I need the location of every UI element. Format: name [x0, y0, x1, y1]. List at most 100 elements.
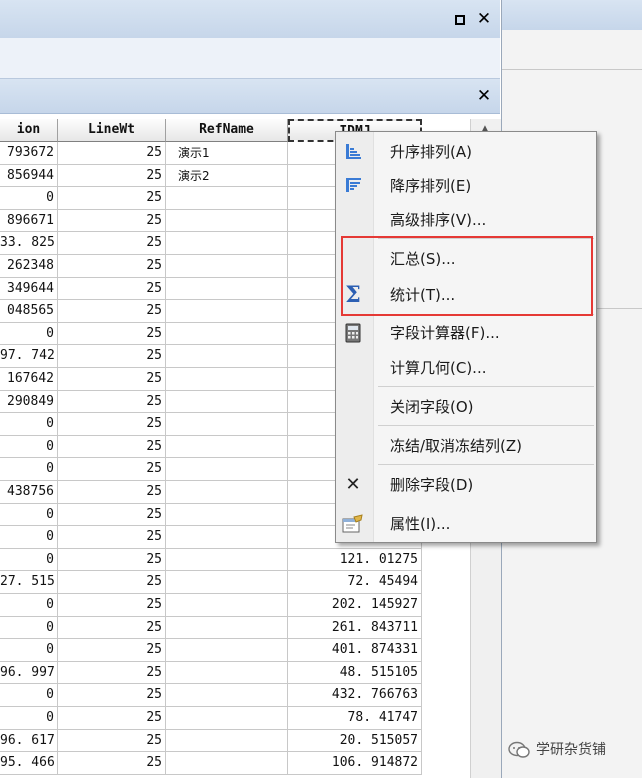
table-cell[interactable]: 261. 843711: [288, 616, 422, 640]
table-cell[interactable]: [166, 729, 288, 753]
table-cell[interactable]: [166, 232, 288, 255]
table-cell[interactable]: 290849: [0, 390, 58, 414]
table-cell[interactable]: [166, 661, 288, 685]
menu-item-sort-ascending[interactable]: 升序排列(A): [336, 136, 596, 168]
table-cell[interactable]: 25: [58, 548, 166, 572]
table-cell[interactable]: 96. 617: [0, 729, 58, 753]
table-row[interactable]: 0 25 432. 766763: [0, 684, 422, 707]
table-cell[interactable]: 0: [0, 322, 58, 346]
menu-item-turn-field-off[interactable]: 关闭字段(O): [336, 391, 596, 423]
table-cell[interactable]: 0: [0, 413, 58, 436]
table-cell[interactable]: [166, 548, 288, 572]
menu-item-field-calculator[interactable]: 字段计算器(F)...: [336, 317, 596, 349]
table-cell[interactable]: 0: [0, 684, 58, 707]
table-cell[interactable]: [166, 684, 288, 707]
table-cell[interactable]: 72. 45494: [288, 571, 422, 594]
close-button[interactable]: ✕: [475, 9, 493, 29]
table-cell[interactable]: [166, 187, 288, 210]
table-cell[interactable]: 97. 742: [0, 345, 58, 368]
table-cell[interactable]: 25: [58, 571, 166, 594]
table-cell[interactable]: 25: [58, 616, 166, 640]
table-cell[interactable]: [166, 616, 288, 640]
table-cell[interactable]: 0: [0, 458, 58, 481]
table-cell[interactable]: 25: [58, 187, 166, 210]
table-cell[interactable]: 25: [58, 526, 166, 549]
table-cell[interactable]: 0: [0, 639, 58, 662]
column-header[interactable]: ion: [0, 119, 58, 142]
table-cell[interactable]: [166, 435, 288, 459]
menu-item-properties[interactable]: 属性(I)...: [336, 508, 596, 540]
table-cell[interactable]: [166, 571, 288, 594]
table-cell[interactable]: 25: [58, 255, 166, 278]
table-cell[interactable]: 167642: [0, 368, 58, 391]
table-row[interactable]: 96. 997 25 48. 515105: [0, 661, 422, 685]
table-cell[interactable]: 25: [58, 503, 166, 527]
table-row[interactable]: 27. 515 25 72. 45494: [0, 571, 422, 594]
table-cell[interactable]: 048565: [0, 300, 58, 323]
table-row[interactable]: 0 25 261. 843711: [0, 616, 422, 640]
table-cell[interactable]: 25: [58, 277, 166, 301]
table-cell[interactable]: 896671: [0, 209, 58, 233]
table-cell[interactable]: 25: [58, 164, 166, 188]
column-header-refname[interactable]: RefName: [166, 119, 288, 142]
menu-item-advanced-sort[interactable]: 高级排序(V)...: [336, 204, 596, 236]
table-row[interactable]: 0 25 78. 41747: [0, 707, 422, 730]
table-cell[interactable]: 25: [58, 435, 166, 459]
table-cell[interactable]: [166, 345, 288, 368]
table-cell[interactable]: 25: [58, 209, 166, 233]
table-cell[interactable]: 202. 145927: [288, 594, 422, 617]
table-cell[interactable]: 0: [0, 187, 58, 210]
table-cell[interactable]: 演示2: [166, 164, 288, 188]
table-cell[interactable]: 0: [0, 435, 58, 459]
table-cell[interactable]: 432. 766763: [288, 684, 422, 707]
table-cell[interactable]: [166, 503, 288, 527]
table-cell[interactable]: 95. 466: [0, 752, 58, 775]
table-cell[interactable]: 25: [58, 390, 166, 414]
menu-item-sort-descending[interactable]: 降序排列(E): [336, 170, 596, 202]
table-cell[interactable]: 25: [58, 322, 166, 346]
table-cell[interactable]: 25: [58, 142, 166, 165]
table-cell[interactable]: [166, 390, 288, 414]
table-cell[interactable]: [166, 752, 288, 775]
table-row[interactable]: 0 25 121. 01275: [0, 548, 422, 572]
table-row[interactable]: 95. 466 25 106. 914872: [0, 752, 422, 775]
table-cell[interactable]: 25: [58, 345, 166, 368]
table-cell[interactable]: 25: [58, 232, 166, 255]
table-cell[interactable]: [166, 594, 288, 617]
table-cell[interactable]: [166, 300, 288, 323]
table-cell[interactable]: 0: [0, 594, 58, 617]
table-cell[interactable]: 438756: [0, 481, 58, 504]
table-cell[interactable]: 401. 874331: [288, 639, 422, 662]
table-cell[interactable]: [166, 368, 288, 391]
table-cell[interactable]: 48. 515105: [288, 661, 422, 685]
table-cell[interactable]: 0: [0, 503, 58, 527]
table-cell[interactable]: 793672: [0, 142, 58, 165]
table-cell[interactable]: 25: [58, 729, 166, 753]
table-cell[interactable]: 121. 01275: [288, 548, 422, 572]
table-cell[interactable]: [166, 209, 288, 233]
table-cell[interactable]: 25: [58, 661, 166, 685]
table-row[interactable]: 0 25 401. 874331: [0, 639, 422, 662]
table-cell[interactable]: 96. 997: [0, 661, 58, 685]
table-cell[interactable]: 演示1: [166, 142, 288, 165]
menu-item-calculate-geometry[interactable]: 计算几何(C)...: [336, 352, 596, 384]
table-cell[interactable]: [166, 639, 288, 662]
table-cell[interactable]: 0: [0, 526, 58, 549]
menu-item-delete-field[interactable]: ✕ 删除字段(D): [336, 469, 596, 501]
table-cell[interactable]: 27. 515: [0, 571, 58, 594]
table-cell[interactable]: 25: [58, 594, 166, 617]
column-header-linewt[interactable]: LineWt: [58, 119, 166, 142]
table-cell[interactable]: 0: [0, 548, 58, 572]
table-cell[interactable]: [166, 707, 288, 730]
table-cell[interactable]: 25: [58, 752, 166, 775]
table-cell[interactable]: 25: [58, 707, 166, 730]
table-cell[interactable]: [166, 526, 288, 549]
table-cell[interactable]: [166, 413, 288, 436]
table-cell[interactable]: [166, 458, 288, 481]
maximize-button[interactable]: [451, 10, 469, 30]
table-cell[interactable]: [166, 277, 288, 301]
table-cell[interactable]: 25: [58, 684, 166, 707]
table-cell[interactable]: 106. 914872: [288, 752, 422, 775]
table-cell[interactable]: 25: [58, 481, 166, 504]
table-row[interactable]: 0 25 202. 145927: [0, 594, 422, 617]
